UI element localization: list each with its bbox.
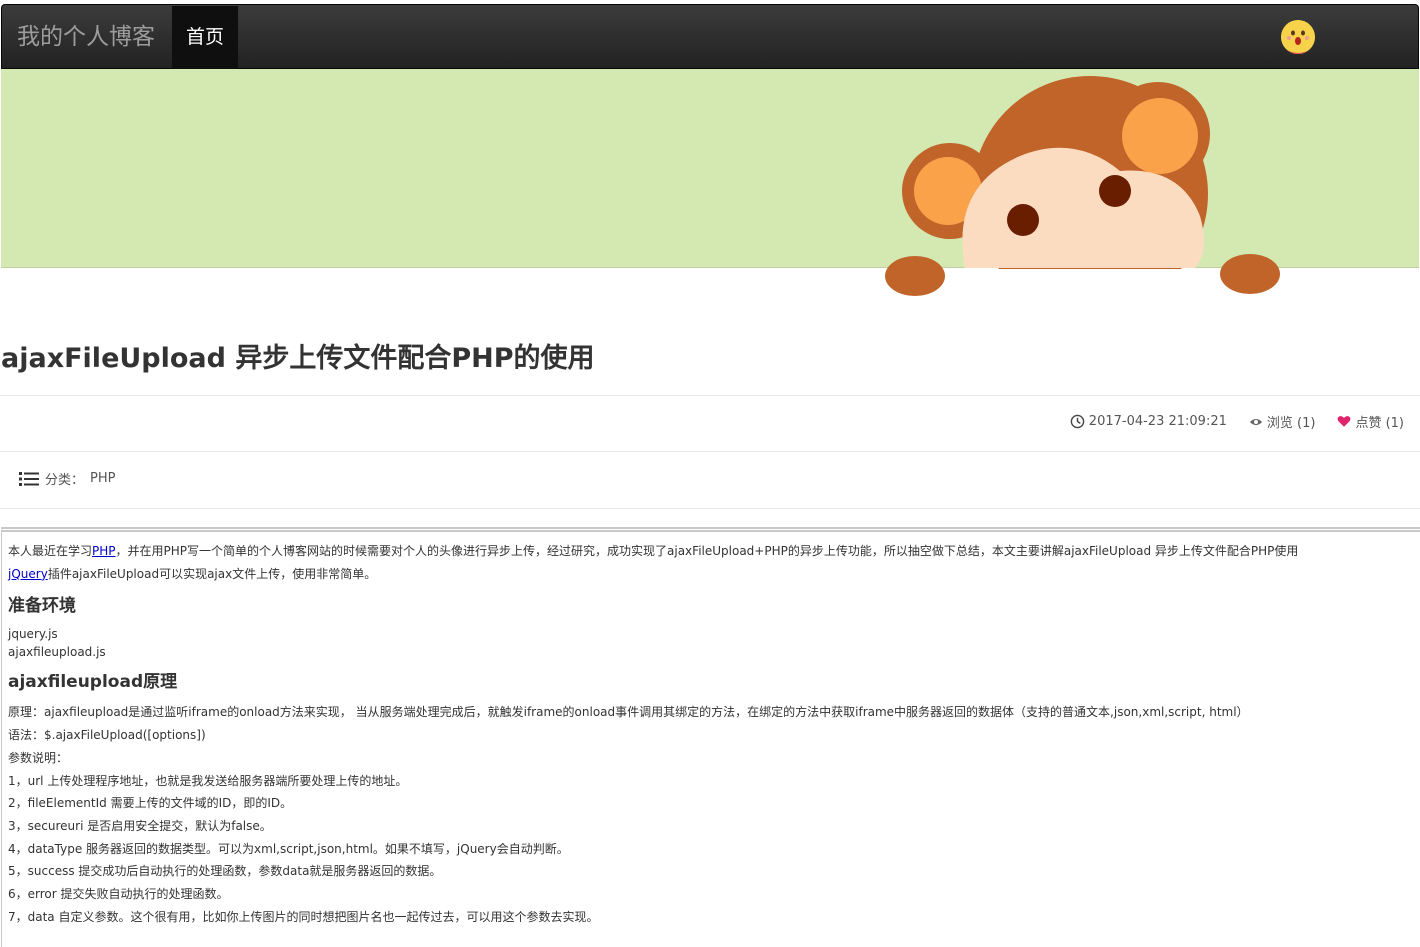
clock-icon (1070, 414, 1085, 429)
nav-item-home[interactable]: 首页 (172, 6, 238, 69)
paragraph: 参数说明： (8, 750, 69, 765)
list-item: 1，url 上传处理程序地址，也就是我发送给服务器端所要处理上传的地址。 (8, 773, 408, 788)
divider (0, 395, 1420, 396)
eye-icon (1249, 418, 1262, 425)
list-item: 5，success 提交成功后自动执行的处理函数，参数data就是服务器返回的数… (8, 864, 442, 879)
category-value[interactable]: PHP (90, 471, 115, 486)
paragraph: 原理：ajaxfileupload是通过监听iframe的onload方法来实现… (8, 705, 1249, 720)
post-category: 分类： PHP (19, 469, 115, 488)
post-meta: 2017-04-23 21:09:21 浏览 (1) 点赞 (1) (1070, 412, 1404, 431)
php-link[interactable]: PHP (92, 544, 116, 558)
paragraph: jQuery插件ajaxFileUpload可以实现ajax文件上传，使用非常简… (8, 566, 377, 581)
post-date-text: 2017-04-23 21:09:21 (1088, 414, 1227, 429)
post-likes-text: 点赞 (1) (1355, 416, 1404, 431)
post-date: 2017-04-23 21:09:21 (1070, 414, 1227, 429)
category-label: 分类： (45, 473, 85, 488)
divider (0, 508, 1420, 509)
top-navbar: 我的个人博客 首页 (1, 4, 1419, 69)
section-heading: 准备环境 (8, 596, 76, 617)
list-icon (19, 471, 39, 486)
user-avatar[interactable] (1281, 20, 1315, 54)
divider (0, 451, 1420, 452)
env-item: ajaxfileupload.js (8, 645, 106, 660)
monkey-illustration (880, 76, 1290, 306)
post-views-text: 浏览 (1) (1266, 416, 1316, 431)
post-title: ajaxFileUpload 异步上传文件配合PHP的使用 (1, 343, 595, 374)
list-item: 6，error 提交失败自动执行的处理函数。 (8, 887, 229, 902)
paragraph: 本人最近在学习PHP，并在用PHP写一个简单的个人博客网站的时候需要对个人的头像… (8, 544, 1299, 558)
article-body: 本人最近在学习PHP，并在用PHP写一个简单的个人博客网站的时候需要对个人的头像… (1, 527, 1420, 947)
section-heading: ajaxfileupload原理 (8, 672, 178, 693)
list-item: 7，data 自定义参数。这个很有用，比如你上传图片的同时想把图片名也一起传过去… (8, 909, 599, 924)
list-item: 4，dataType 服务器返回的数据类型。可以为xml,script,json… (8, 841, 569, 856)
post-likes[interactable]: 点赞 (1) (1337, 412, 1404, 431)
avatar-face-icon (1281, 20, 1315, 54)
paragraph: 语法：$.ajaxFileUpload([options]) (8, 728, 206, 743)
post-views: 浏览 (1) (1249, 412, 1316, 431)
env-item: jquery.js (8, 627, 58, 642)
list-item: 3，secureuri 是否启用安全提交，默认为false。 (8, 818, 272, 833)
list-item: 2，fileElementId 需要上传的文件域的ID，即的ID。 (8, 796, 293, 811)
site-brand[interactable]: 我的个人博客 (17, 20, 155, 54)
jquery-link[interactable]: jQuery (8, 567, 48, 581)
heart-icon[interactable] (1337, 415, 1351, 428)
